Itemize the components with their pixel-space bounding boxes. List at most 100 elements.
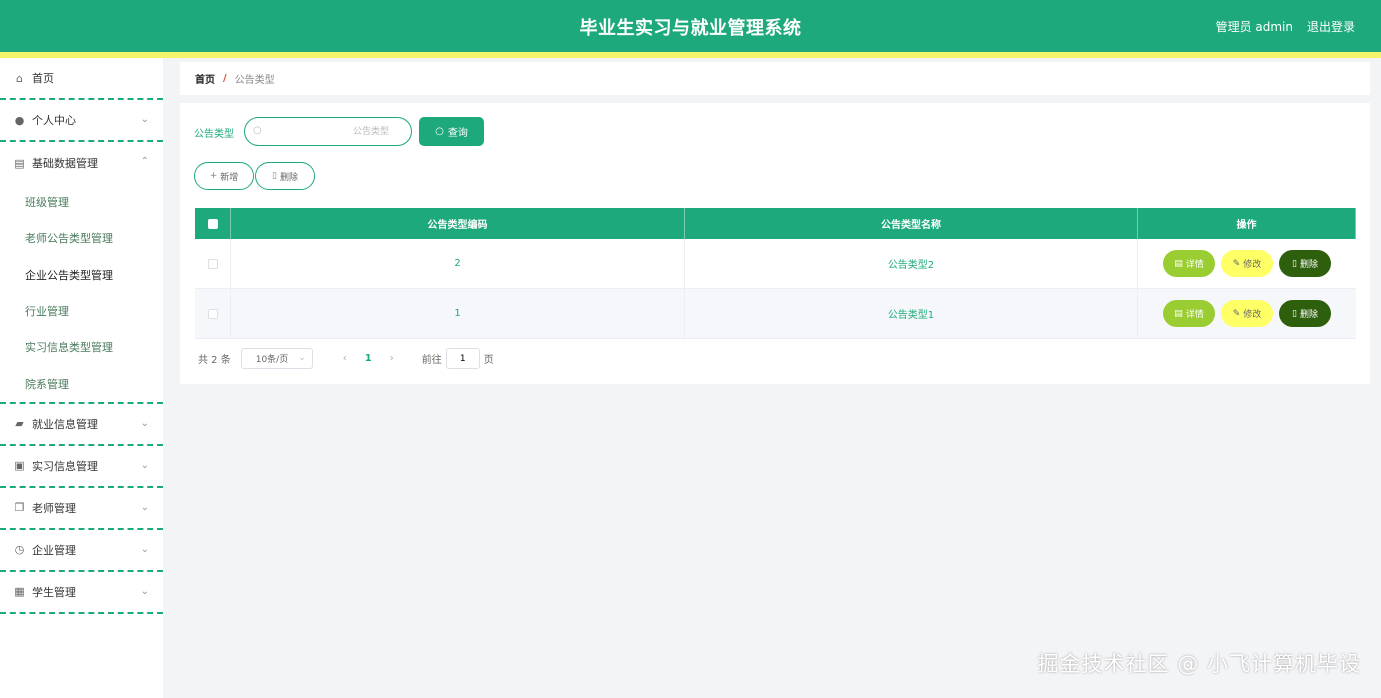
page-size-select[interactable]: 10条/页 ⌄ xyxy=(240,348,313,369)
page-suffix: 页 xyxy=(483,355,494,366)
next-page-button[interactable]: › xyxy=(390,353,394,364)
sidebar-item-label: 学生管理 xyxy=(32,585,76,599)
sidebar-item-label: 企业管理 xyxy=(32,543,76,557)
sidebar-item-profile[interactable]: ● 个人中心 ⌄ xyxy=(0,100,163,142)
page-number[interactable]: 1 xyxy=(365,353,372,364)
goto-label: 前往 xyxy=(421,355,442,366)
delete-button[interactable]: ▯ 删除 xyxy=(255,162,315,190)
delete-button-label: 删除 xyxy=(279,172,298,183)
data-icon: ▤ xyxy=(14,156,25,170)
detail-button-label: 详情 xyxy=(1185,310,1204,320)
chevron-down-icon: ⌄ xyxy=(298,353,306,363)
sidebar-item-basic-data[interactable]: ▤ 基础数据管理 ⌃ xyxy=(0,142,163,184)
chevron-down-icon: ⌄ xyxy=(140,501,149,513)
search-label: 公告类型 xyxy=(194,129,234,140)
sidebar: ⌂ 首页 ● 个人中心 ⌄ ▤ 基础数据管理 ⌃ 班级管理 老师公告类型管理 企… xyxy=(0,58,163,698)
detail-button[interactable]: ▤ 详情 xyxy=(1163,250,1215,277)
sidebar-item-company[interactable]: ◷ 企业管理 ⌄ xyxy=(0,530,163,572)
submenu-item-class[interactable]: 班级管理 xyxy=(0,184,163,220)
detail-icon: ▤ xyxy=(1174,258,1183,269)
cell-actions: ▤ 详情 ✎ 修改 ▯ 删除 xyxy=(1138,239,1356,288)
grid-icon: ▦ xyxy=(14,585,25,599)
plus-icon: + xyxy=(209,171,218,181)
column-header-name: 公告类型名称 xyxy=(685,208,1138,239)
row-delete-button-label: 删除 xyxy=(1299,260,1318,270)
chevron-down-icon: ⌄ xyxy=(140,114,149,125)
add-button[interactable]: + 新增 xyxy=(194,162,254,190)
breadcrumb-current: 公告类型 xyxy=(234,75,275,86)
sidebar-item-teacher[interactable]: ❐ 老师管理 ⌄ xyxy=(0,488,163,530)
sidebar-item-label: 基础数据管理 xyxy=(32,157,98,170)
chevron-up-icon: ⌃ xyxy=(140,156,149,167)
user-icon: ● xyxy=(14,113,25,127)
submenu-item-industry[interactable]: 行业管理 xyxy=(0,293,163,329)
select-all-checkbox[interactable] xyxy=(207,218,218,229)
submenu-item-company-notice-type[interactable]: 企业公告类型管理 xyxy=(0,257,163,293)
column-header-actions: 操作 xyxy=(1138,208,1356,239)
sidebar-item-label: 就业信息管理 xyxy=(32,417,98,431)
data-table: 公告类型编码 公告类型名称 操作 2 公告类型2 ▤ 详情 ✎ 修改 ▯ 删除 … xyxy=(195,208,1356,339)
edit-button-label: 修改 xyxy=(1243,260,1262,270)
detail-button-label: 详情 xyxy=(1185,260,1204,270)
cell-code: 1 xyxy=(231,289,685,338)
row-delete-button[interactable]: ▯ 删除 xyxy=(1279,250,1331,277)
search-icon: ○ xyxy=(253,125,262,136)
cell-code: 2 xyxy=(231,239,685,288)
row-delete-button[interactable]: ▯ 删除 xyxy=(1279,300,1331,327)
cell-name: 公告类型2 xyxy=(685,239,1138,288)
prev-page-button[interactable]: ‹ xyxy=(343,353,347,364)
sidebar-item-employment[interactable]: ▰ 就业信息管理 ⌄ xyxy=(0,404,163,446)
edit-button[interactable]: ✎ 修改 xyxy=(1221,300,1273,327)
edit-icon: ✎ xyxy=(1232,258,1241,269)
employment-icon: ▰ xyxy=(15,417,24,431)
search-field[interactable]: ○ xyxy=(244,117,412,146)
row-checkbox[interactable] xyxy=(207,258,218,269)
submenu-item-department[interactable]: 院系管理 xyxy=(0,365,163,401)
trash-icon: ▯ xyxy=(1292,308,1297,319)
row-checkbox[interactable] xyxy=(207,308,218,319)
edit-button[interactable]: ✎ 修改 xyxy=(1221,250,1273,277)
goto-page-input[interactable] xyxy=(445,348,480,369)
logout-link[interactable]: 退出登录 xyxy=(1307,18,1355,35)
breadcrumb-home[interactable]: 首页 xyxy=(195,71,215,86)
sidebar-item-label: 实习信息管理 xyxy=(32,459,98,473)
chevron-down-icon: ⌄ xyxy=(140,543,149,555)
breadcrumb-separator: / xyxy=(223,73,227,84)
sidebar-item-label: 首页 xyxy=(32,72,54,85)
submenu-item-internship-type[interactable]: 实习信息类型管理 xyxy=(0,329,163,365)
detail-button[interactable]: ▤ 详情 xyxy=(1163,300,1215,327)
main-panel: 公告类型 ○ ○ 查询 + 新增 ▯ 删除 公告类型编码 公告类型名称 操作 2… xyxy=(180,103,1370,384)
header-checkbox-cell xyxy=(195,208,231,239)
top-header: 毕业生实习与就业管理系统 管理员 admin 退出登录 xyxy=(0,0,1381,52)
row-checkbox-cell xyxy=(195,289,231,338)
row-checkbox-cell xyxy=(195,239,231,288)
sidebar-item-internship[interactable]: ▣ 实习信息管理 ⌄ xyxy=(0,446,163,488)
search-button-label: 查询 xyxy=(447,128,468,139)
submenu-basic-data: 班级管理 老师公告类型管理 企业公告类型管理 行业管理 实习信息类型管理 院系管… xyxy=(0,184,163,404)
chevron-down-icon: ⌄ xyxy=(140,585,149,597)
search-input[interactable] xyxy=(267,122,405,141)
sidebar-item-home[interactable]: ⌂ 首页 xyxy=(0,58,163,100)
edit-icon: ✎ xyxy=(1232,308,1241,319)
table-row: 1 公告类型1 ▤ 详情 ✎ 修改 ▯ 删除 xyxy=(195,289,1356,339)
row-delete-button-label: 删除 xyxy=(1299,310,1318,320)
pagination: 共 2 条 10条/页 ⌄ ‹ 1 › 前往 页 xyxy=(198,348,494,369)
submenu-item-teacher-notice-type[interactable]: 老师公告类型管理 xyxy=(0,220,163,256)
app-title: 毕业生实习与就业管理系统 xyxy=(579,18,802,39)
page-size-value: 10条/页 xyxy=(255,355,289,365)
trash-icon: ▯ xyxy=(272,171,277,181)
briefcase-icon: ▣ xyxy=(14,459,25,473)
search-icon: ○ xyxy=(435,126,444,137)
sidebar-item-student[interactable]: ▦ 学生管理 ⌄ xyxy=(0,572,163,614)
table-row: 2 公告类型2 ▤ 详情 ✎ 修改 ▯ 删除 xyxy=(195,239,1356,289)
pagination-total: 共 2 条 xyxy=(198,355,231,366)
edit-button-label: 修改 xyxy=(1243,310,1262,320)
cell-actions: ▤ 详情 ✎ 修改 ▯ 删除 xyxy=(1138,289,1356,338)
breadcrumb: 首页 / 公告类型 xyxy=(180,62,1370,95)
sidebar-item-label: 个人中心 xyxy=(32,114,76,127)
current-user: 管理员 admin xyxy=(1215,20,1293,34)
teacher-icon: ❐ xyxy=(14,501,25,515)
search-button[interactable]: ○ 查询 xyxy=(419,117,484,146)
chevron-down-icon: ⌄ xyxy=(140,417,149,429)
home-icon: ⌂ xyxy=(16,71,23,85)
